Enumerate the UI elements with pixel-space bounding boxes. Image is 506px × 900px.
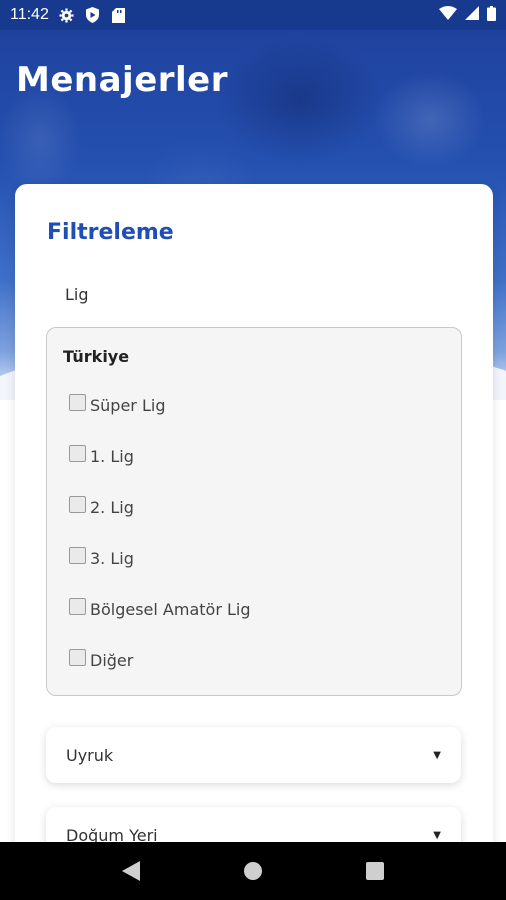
option-super-lig[interactable]: Süper Lig	[69, 394, 166, 415]
page-title: Menajerler	[16, 60, 229, 100]
nationality-select[interactable]: Uyruk ▼	[46, 727, 461, 783]
wifi-icon	[439, 6, 457, 24]
play-protect-icon	[85, 7, 101, 23]
home-icon[interactable]	[233, 851, 273, 891]
back-icon[interactable]	[111, 851, 151, 891]
sd-card-icon	[111, 7, 127, 23]
option-bolgesel-amator-lig[interactable]: Bölgesel Amatör Lig	[69, 598, 251, 619]
gear-icon	[59, 7, 75, 23]
signal-icon	[465, 6, 479, 24]
option-label: 3. Lig	[90, 549, 134, 568]
option-label: Bölgesel Amatör Lig	[90, 600, 251, 619]
option-label: 1. Lig	[90, 447, 134, 466]
dropdown-arrow-icon: ▼	[433, 829, 441, 841]
checkbox[interactable]	[69, 496, 86, 513]
option-3-lig[interactable]: 3. Lig	[69, 547, 134, 568]
status-bar: 11:42	[0, 0, 506, 30]
checkbox[interactable]	[69, 394, 86, 411]
league-label: Lig	[65, 285, 89, 304]
option-diger[interactable]: Diğer	[69, 649, 134, 670]
option-1-lig[interactable]: 1. Lig	[69, 445, 134, 466]
filter-card: Filtreleme Lig Türkiye Süper Lig 1. Lig …	[15, 184, 493, 864]
recents-icon[interactable]	[355, 851, 395, 891]
country-heading: Türkiye	[63, 347, 130, 366]
checkbox[interactable]	[69, 445, 86, 462]
checkbox[interactable]	[69, 547, 86, 564]
option-label: Diğer	[90, 651, 134, 670]
dropdown-arrow-icon: ▼	[433, 749, 441, 761]
checkbox[interactable]	[69, 598, 86, 615]
league-filter-box: Türkiye Süper Lig 1. Lig 2. Lig 3. Lig B…	[46, 327, 462, 696]
select-value: Uyruk	[66, 745, 114, 765]
battery-icon	[487, 5, 496, 25]
option-label: 2. Lig	[90, 498, 134, 517]
filter-title: Filtreleme	[47, 220, 174, 245]
option-2-lig[interactable]: 2. Lig	[69, 496, 134, 517]
status-time: 11:42	[10, 6, 49, 23]
option-label: Süper Lig	[90, 396, 166, 415]
checkbox[interactable]	[69, 649, 86, 666]
navigation-bar	[0, 842, 506, 900]
